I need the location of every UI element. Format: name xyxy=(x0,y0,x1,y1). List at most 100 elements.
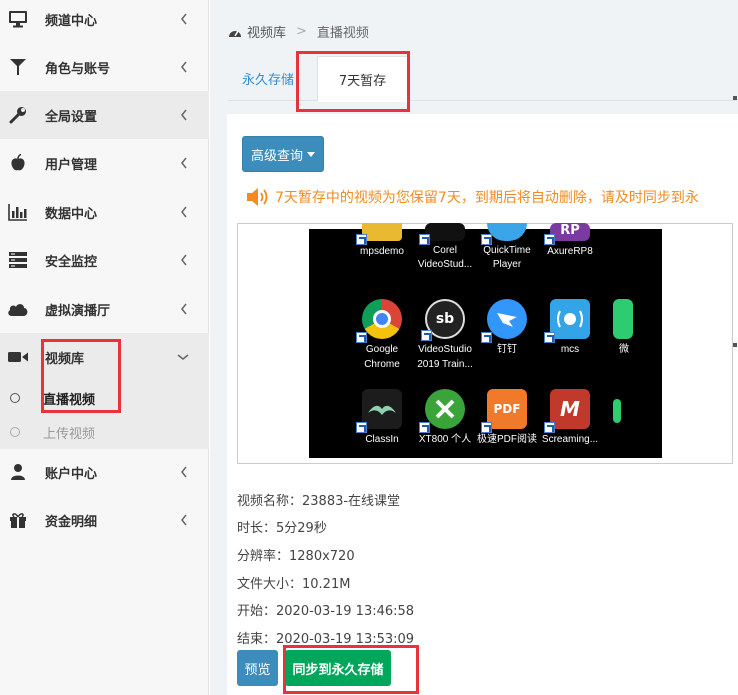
caret-down-icon xyxy=(307,151,315,157)
sidebar-item-global-settings[interactable]: 全局设置 xyxy=(0,91,209,139)
desktop-app-partial: 微 xyxy=(599,299,633,357)
desktop-app-label: VideoStudio 2019 Train... xyxy=(417,344,473,370)
chevron-left-icon xyxy=(181,303,187,315)
tab-7-day-temporary[interactable]: 7天暂存 xyxy=(317,56,408,102)
breadcrumb: 视频库 > 直播视频 xyxy=(228,22,369,41)
sidebar-item-video-library[interactable]: 视频库 xyxy=(0,333,209,381)
bar-chart-icon xyxy=(7,201,29,223)
sidebar-sub-item-label: 直播视频 xyxy=(43,392,96,408)
chevron-down-icon xyxy=(177,354,189,360)
desktop-app-corel: Corel VideoStud... xyxy=(411,223,479,272)
sidebar-item-channel-center[interactable]: 频道中心 xyxy=(0,0,209,43)
video-panel: 高级查询 7天暂存中的视频为您保留7天，到期后将自动删除，请及时同步到永 mps… xyxy=(227,114,738,695)
sidebar-sub-item-uploaded-video[interactable]: 上传视频 xyxy=(0,415,209,449)
sidebar-sub-item-label: 上传视频 xyxy=(43,426,96,442)
video-duration: 时长：5分29秒 xyxy=(237,521,327,536)
chevron-left-icon xyxy=(181,206,187,218)
chrome-icon xyxy=(356,299,402,343)
videostudio-icon: sb xyxy=(421,299,465,341)
sidebar-item-label: 全局设置 xyxy=(45,109,98,125)
notice-banner: 7天暂存中的视频为您保留7天，到期后将自动删除，请及时同步到永 xyxy=(245,186,699,208)
sidebar-item-data-center[interactable]: 数据中心 xyxy=(0,188,209,236)
desktop-app-xt800: XT800 个人 xyxy=(411,389,479,447)
resize-handle xyxy=(733,96,737,100)
sidebar: 频道中心 角色与账号 全局设置 用户管理 数据中心 安全监控 虚拟演播厅 视频库… xyxy=(0,0,209,695)
wechat-icon xyxy=(613,299,633,339)
chevron-left-icon xyxy=(181,514,187,526)
desktop-app-label: 微 xyxy=(619,344,629,355)
breadcrumb-current: 直播视频 xyxy=(316,26,369,41)
speaker-icon xyxy=(247,188,268,206)
chevron-left-icon xyxy=(181,109,187,121)
desktop-app-label: QuickTime Player xyxy=(483,245,531,270)
circle-icon xyxy=(10,393,20,403)
sidebar-item-security-monitor[interactable]: 安全监控 xyxy=(0,236,209,284)
sidebar-item-label: 视频库 xyxy=(45,351,85,367)
desktop-app-label: mpsdemo xyxy=(360,246,404,257)
chevron-left-icon xyxy=(181,13,187,25)
resize-handle xyxy=(733,343,737,347)
desktop-app-label: XT800 个人 xyxy=(418,434,472,445)
video-file-size: 文件大小：10.21M xyxy=(237,577,351,592)
chevron-left-icon xyxy=(181,61,187,73)
circle-icon xyxy=(10,427,20,437)
chevron-left-icon xyxy=(181,466,187,478)
screaming-frog-icon: M xyxy=(544,389,590,433)
gift-icon xyxy=(7,509,29,531)
sidebar-item-user-management[interactable]: 用户管理 xyxy=(0,139,209,187)
axure-icon: RP xyxy=(544,223,590,245)
filter-icon xyxy=(7,56,29,78)
video-resolution: 分辨率：1280x720 xyxy=(237,549,355,564)
desktop-app-label: 极速PDF阅读 xyxy=(477,434,537,445)
desktop-app-label: AxureRP8 xyxy=(547,246,593,257)
main-content: 视频库 > 直播视频 永久存储 7天暂存 高级查询 7天暂存中的视频为您保留7天… xyxy=(210,0,738,695)
classin-icon xyxy=(356,389,402,433)
sidebar-item-funds-detail[interactable]: 资金明细 xyxy=(0,496,209,544)
desktop-app-label: 钉钉 xyxy=(497,344,517,355)
video-camera-icon xyxy=(7,346,29,368)
chevron-left-icon xyxy=(181,254,187,266)
preview-button[interactable]: 预览 xyxy=(237,650,278,686)
sidebar-item-label: 数据中心 xyxy=(45,206,98,222)
desktop-app-mpsdemo: mpsdemo xyxy=(349,223,415,259)
pdf-icon: PDF xyxy=(481,389,527,433)
partial-app-icon xyxy=(613,399,621,423)
sidebar-item-label: 虚拟演播厅 xyxy=(45,303,111,319)
tab-permanent-storage[interactable]: 永久存储 xyxy=(228,56,308,101)
video-thumbnail[interactable]: mpsdemo Corel VideoStud... QuickTime Pla… xyxy=(309,223,662,458)
sidebar-item-virtual-studio[interactable]: 虚拟演播厅 xyxy=(0,285,209,333)
desktop-app-mcs: mcs xyxy=(537,299,603,357)
advanced-query-button[interactable]: 高级查询 xyxy=(242,136,324,172)
quicktime-icon xyxy=(481,223,527,245)
video-name: 视频名称：23883-在线课堂 xyxy=(237,494,401,509)
sidebar-item-label: 频道中心 xyxy=(45,13,98,29)
breadcrumb-root[interactable]: 视频库 xyxy=(247,22,286,41)
user-icon xyxy=(7,461,29,483)
sidebar-item-label: 角色与账号 xyxy=(45,61,111,77)
desktop-app-quicktime: QuickTime Player xyxy=(474,223,540,272)
sync-to-permanent-button[interactable]: 同步到永久存储 xyxy=(285,650,391,686)
desktop-app-label: Screaming... xyxy=(541,434,599,445)
desktop-app-screaming: M Screaming... xyxy=(537,389,603,447)
dashboard-icon xyxy=(229,30,241,37)
advanced-query-label: 高级查询 xyxy=(250,147,303,163)
video-thumbnail-frame[interactable]: mpsdemo Corel VideoStud... QuickTime Pla… xyxy=(237,223,733,464)
desktop-app-axure: RP AxureRP8 xyxy=(537,223,603,259)
sidebar-item-label: 资金明细 xyxy=(45,514,98,530)
sidebar-item-label: 账户中心 xyxy=(45,466,98,482)
xt800-icon xyxy=(419,389,465,433)
server-icon xyxy=(7,249,29,271)
sidebar-sub-item-live-video[interactable]: 直播视频 xyxy=(0,381,209,415)
sidebar-item-roles[interactable]: 角色与账号 xyxy=(0,43,209,91)
sidebar-item-label: 用户管理 xyxy=(45,157,98,173)
sidebar-item-account-center[interactable]: 账户中心 xyxy=(0,448,209,496)
desktop-app-classin: ClassIn xyxy=(349,389,415,447)
desktop-app-label: ClassIn xyxy=(365,434,399,445)
monitor-icon xyxy=(7,8,29,30)
cloud-icon xyxy=(7,298,29,320)
desktop-app-dingtalk: 钉钉 xyxy=(474,299,540,357)
desktop-app-pdf: PDF 极速PDF阅读 xyxy=(474,389,540,447)
notice-text: 7天暂存中的视频为您保留7天，到期后将自动删除，请及时同步到永 xyxy=(275,190,699,206)
video-end-time: 结束：2020-03-19 13:53:09 xyxy=(237,632,415,647)
wrench-icon xyxy=(7,104,29,126)
